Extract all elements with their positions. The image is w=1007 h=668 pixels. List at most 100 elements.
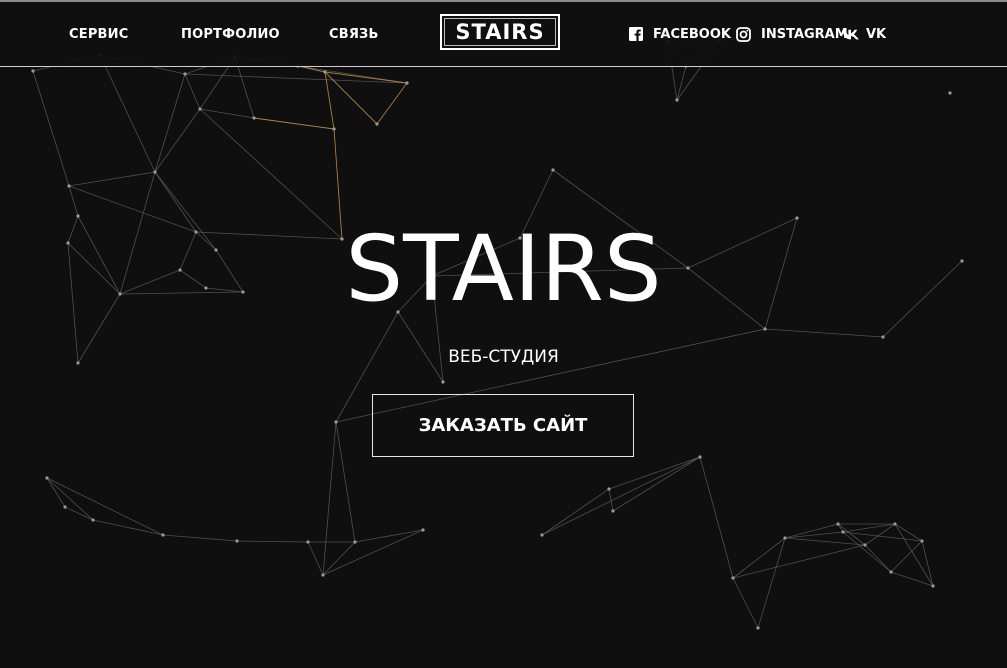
network-line xyxy=(842,523,896,533)
network-node xyxy=(756,626,760,630)
network-line xyxy=(154,73,186,173)
network-line xyxy=(864,544,892,573)
network-line xyxy=(784,523,839,539)
nav-link-portfolio[interactable]: ПОРТФОЛИО xyxy=(181,27,280,42)
instagram-link[interactable]: INSTAGRAM xyxy=(736,24,848,44)
header-navbar: СЕРВИС ПОРТФОЛИО СВЯЗЬ STAIRS FACEBOOK I… xyxy=(0,2,1007,67)
network-node xyxy=(252,116,256,120)
network-node xyxy=(421,528,425,532)
network-line xyxy=(894,523,934,587)
instagram-icon xyxy=(736,26,751,42)
network-node xyxy=(45,476,49,480)
vk-label: VK xyxy=(866,26,887,42)
network-line xyxy=(253,117,335,130)
network-line xyxy=(890,540,923,573)
network-node xyxy=(551,168,555,172)
logo-text: STAIRS xyxy=(444,18,556,46)
facebook-link[interactable]: FACEBOOK xyxy=(629,24,731,44)
vk-icon xyxy=(842,29,860,40)
network-node xyxy=(332,127,336,131)
nav-link-contact[interactable]: СВЯЗЬ xyxy=(329,27,379,42)
network-node xyxy=(948,91,952,95)
network-line xyxy=(676,65,687,101)
network-line xyxy=(764,328,884,338)
network-line xyxy=(322,541,356,576)
instagram-label: INSTAGRAM xyxy=(761,26,848,42)
network-background xyxy=(31,38,964,630)
network-line xyxy=(376,82,408,125)
network-node xyxy=(183,72,187,76)
network-node xyxy=(321,573,325,577)
network-line xyxy=(864,523,896,546)
hero-subtitle: ВЕБ-СТУДИЯ xyxy=(448,347,559,367)
vk-link[interactable]: VK xyxy=(842,24,886,44)
network-node xyxy=(607,487,611,491)
network-line xyxy=(699,456,734,579)
network-line xyxy=(335,421,356,543)
network-node xyxy=(675,98,679,102)
network-line xyxy=(46,477,94,521)
network-node xyxy=(63,505,67,509)
network-line xyxy=(732,544,866,579)
network-line xyxy=(32,70,70,187)
network-line xyxy=(921,540,934,587)
network-line xyxy=(784,537,866,546)
network-node xyxy=(893,522,897,526)
network-node xyxy=(889,570,893,574)
network-node xyxy=(836,522,840,526)
network-node xyxy=(931,584,935,588)
network-line xyxy=(541,488,610,536)
network-node xyxy=(334,420,338,424)
network-line xyxy=(757,537,786,629)
network-node xyxy=(161,533,165,537)
network-node xyxy=(540,533,544,537)
network-node xyxy=(881,335,885,339)
network-node xyxy=(198,107,202,111)
network-line xyxy=(68,185,79,217)
network-line xyxy=(322,421,337,576)
network-line xyxy=(154,108,201,173)
network-line xyxy=(837,523,866,546)
network-line xyxy=(322,529,424,576)
network-line xyxy=(324,71,378,125)
network-line xyxy=(64,506,94,521)
network-line xyxy=(541,456,701,536)
network-line xyxy=(842,531,892,573)
network-node xyxy=(31,69,35,73)
nav-link-service[interactable]: СЕРВИС xyxy=(69,27,128,42)
network-line xyxy=(732,537,786,579)
network-line xyxy=(99,54,156,173)
facebook-label: FACEBOOK xyxy=(653,26,731,42)
network-node xyxy=(731,576,735,580)
network-node xyxy=(698,455,702,459)
network-node xyxy=(235,539,239,543)
network-line xyxy=(68,171,156,187)
logo[interactable]: STAIRS xyxy=(440,14,560,50)
network-line xyxy=(784,531,844,539)
network-line xyxy=(236,540,309,543)
facebook-icon xyxy=(629,27,643,41)
network-line xyxy=(162,534,238,542)
network-line xyxy=(612,456,701,512)
network-line xyxy=(307,541,324,576)
network-node xyxy=(611,509,615,513)
hero-title: STAIRS xyxy=(345,217,662,322)
network-line xyxy=(732,577,759,629)
network-node xyxy=(783,536,787,540)
network-line xyxy=(184,73,201,110)
network-node xyxy=(863,543,867,547)
network-node xyxy=(841,530,845,534)
network-node xyxy=(920,539,924,543)
network-node xyxy=(153,170,157,174)
network-node xyxy=(323,70,327,74)
network-line xyxy=(890,571,934,587)
network-line xyxy=(92,519,164,536)
network-node xyxy=(763,327,767,331)
network-node xyxy=(306,540,310,544)
network-node xyxy=(353,540,357,544)
network-node xyxy=(405,81,409,85)
network-node xyxy=(67,184,71,188)
network-line xyxy=(354,529,424,543)
network-node xyxy=(375,122,379,126)
order-site-button[interactable]: ЗАКАЗАТЬ САЙТ xyxy=(372,394,634,457)
